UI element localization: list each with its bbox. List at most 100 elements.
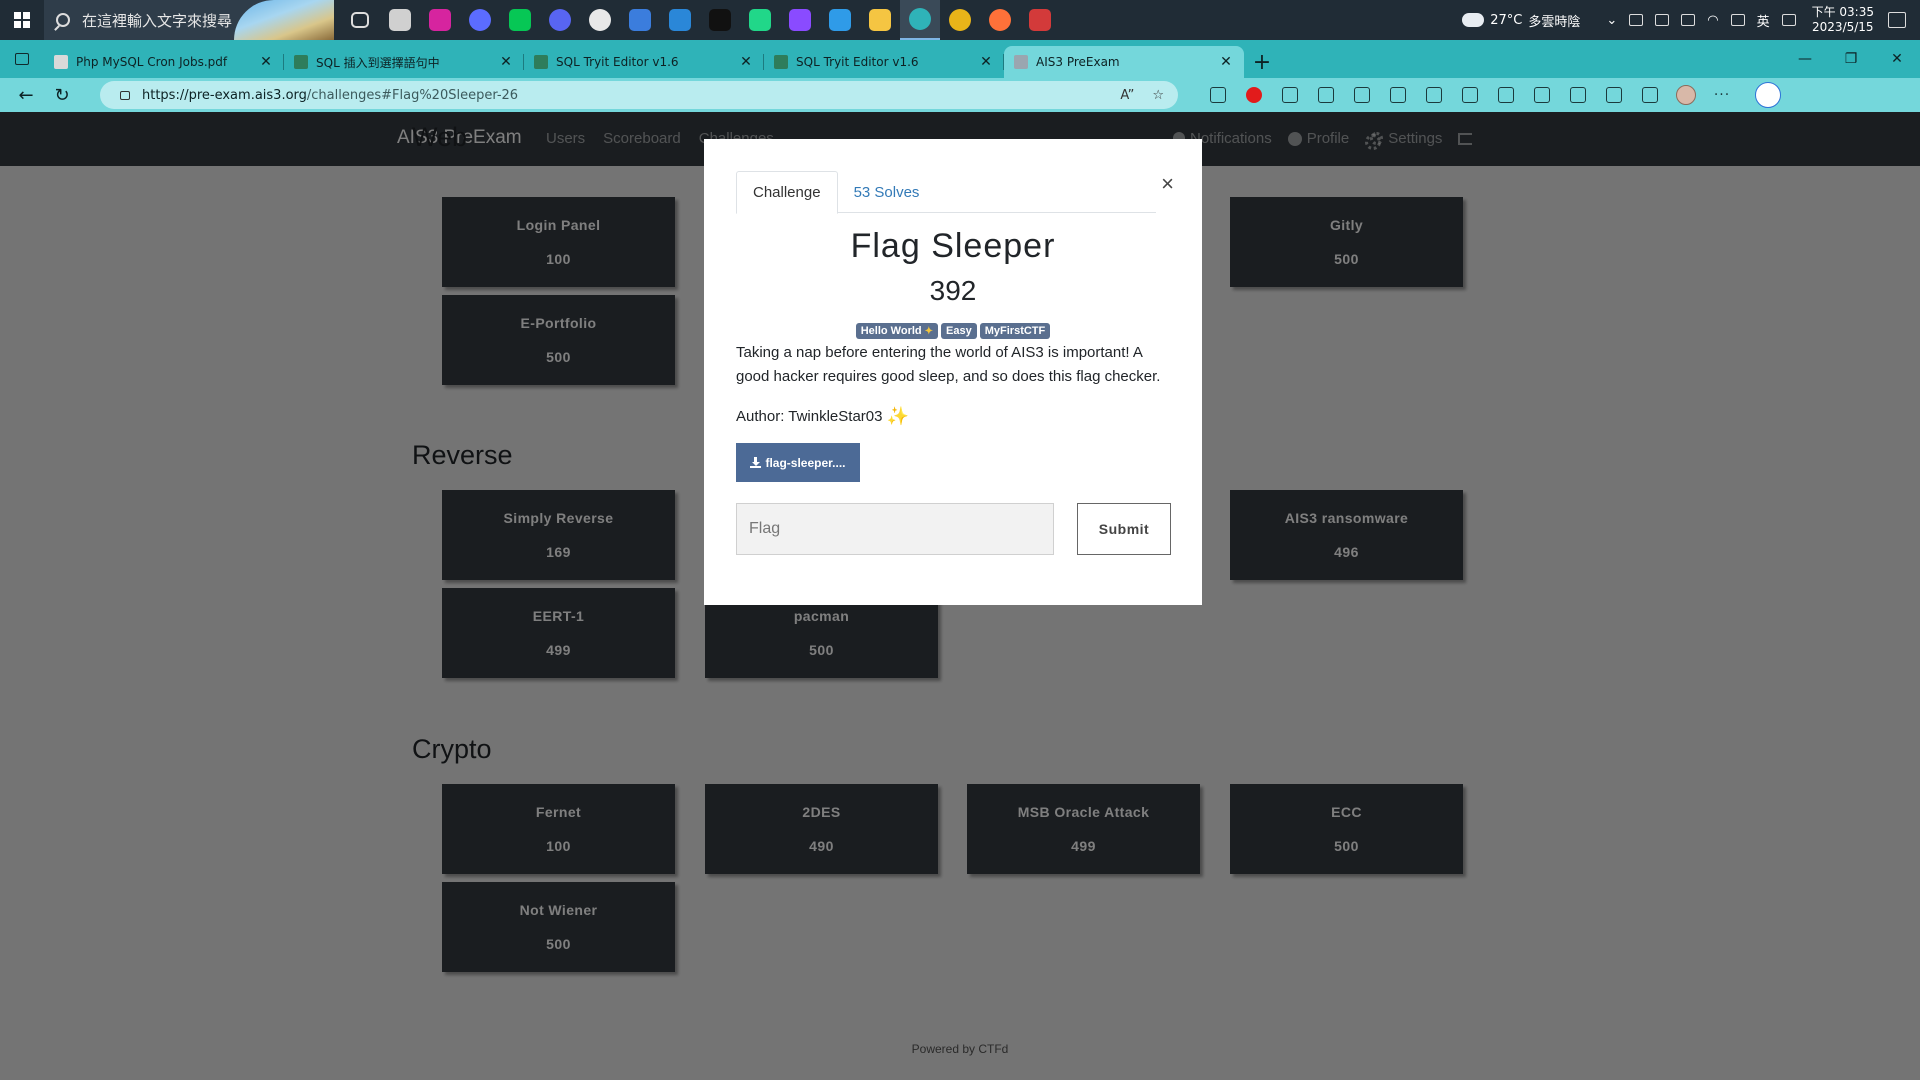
tag-badge: Easy: [941, 323, 977, 339]
tab-actions-button[interactable]: [0, 40, 44, 78]
ime-mode-icon[interactable]: [1781, 14, 1796, 26]
taskbar-clock[interactable]: 下午 03:35 2023/5/15: [1812, 5, 1874, 35]
download-file-button[interactable]: flag-sleeper....: [736, 443, 860, 482]
extension-shield-button[interactable]: [1200, 78, 1236, 112]
battery-icon[interactable]: [1681, 14, 1696, 26]
read-aloud-icon[interactable]: A”: [1120, 88, 1134, 103]
tab-favicon-icon: [294, 55, 308, 69]
modal-tabs: Challenge 53 Solves: [736, 171, 1156, 214]
task-view-taskbar-button[interactable]: [340, 0, 380, 40]
search-highlight-image: [234, 0, 334, 40]
image-viewer-taskbar-button[interactable]: [380, 0, 420, 40]
browser-tab[interactable]: SQL 插入到選擇語句中 ✕: [284, 46, 524, 78]
quote-button[interactable]: [1560, 78, 1596, 112]
notification-center-icon[interactable]: [1888, 12, 1906, 28]
mail-icon: [669, 9, 691, 31]
back-button[interactable]: ←: [8, 78, 44, 112]
extensions-button[interactable]: [1308, 78, 1344, 112]
weather-desc: 多雲時陰: [1528, 14, 1581, 30]
chat-icon: [1282, 87, 1298, 103]
instagram-taskbar-button[interactable]: [420, 0, 460, 40]
new-tab-button[interactable]: +: [1244, 46, 1280, 78]
discord-taskbar-button[interactable]: [540, 0, 580, 40]
edge-taskbar-button[interactable]: [900, 0, 940, 40]
browser-tab[interactable]: SQL Tryit Editor v1.6 ✕: [524, 46, 764, 78]
tab-title: AIS3 PreExam: [1036, 55, 1120, 69]
modal-close-button[interactable]: ×: [1161, 171, 1174, 197]
essentials-icon: [1606, 87, 1622, 103]
chat-extension-button[interactable]: [1272, 78, 1308, 112]
url-path: /challenges#Flag%20Sleeper-26: [306, 87, 519, 103]
media-player-taskbar-button[interactable]: [580, 0, 620, 40]
opera-icon: [1246, 87, 1262, 103]
restore-button[interactable]: ❐: [1828, 40, 1874, 78]
challenge-description: Taking a nap before entering the world o…: [736, 344, 1161, 385]
browser-tab[interactable]: SQL Tryit Editor v1.6 ✕: [764, 46, 1004, 78]
flag-input[interactable]: [736, 503, 1054, 555]
refresh-button[interactable]: ↻: [44, 78, 80, 112]
pycharm-taskbar-button[interactable]: [740, 0, 780, 40]
opera-button[interactable]: [1236, 78, 1272, 112]
screenshot-button[interactable]: [1524, 78, 1560, 112]
messenger-taskbar-button[interactable]: [460, 0, 500, 40]
tab-solves[interactable]: 53 Solves: [838, 171, 936, 213]
phpstorm-taskbar-button[interactable]: [780, 0, 820, 40]
firefox-icon: [989, 9, 1011, 31]
challenge-value: 392: [929, 275, 977, 306]
tab-title: SQL 插入到選擇語句中: [316, 55, 440, 70]
browser-toolbar: ← ↻ https://pre-exam.ais3.org/challenges…: [0, 78, 1920, 112]
bing-icon: [1755, 82, 1781, 108]
file-explorer-taskbar-button[interactable]: [860, 0, 900, 40]
todo-icon: [629, 9, 651, 31]
vscode-taskbar-button[interactable]: [820, 0, 860, 40]
meet-now-icon[interactable]: [1629, 14, 1644, 26]
downloads-button[interactable]: [1452, 78, 1488, 112]
browser-tab[interactable]: Php MySQL Cron Jobs.pdf ✕: [44, 46, 284, 78]
screenshot-icon: [1534, 87, 1550, 103]
settings-more-button[interactable]: ···: [1704, 78, 1740, 112]
address-bar[interactable]: https://pre-exam.ais3.org/challenges#Fla…: [100, 81, 1178, 109]
collections-button[interactable]: [1380, 78, 1416, 112]
python-app-taskbar-button[interactable]: [1020, 0, 1060, 40]
minimize-button[interactable]: —: [1782, 40, 1828, 78]
browser-tab[interactable]: AIS3 PreExam ✕: [1004, 46, 1244, 78]
tab-close-icon[interactable]: ✕: [258, 54, 274, 70]
tab-close-icon[interactable]: ✕: [738, 54, 754, 70]
line-taskbar-button[interactable]: [500, 0, 540, 40]
wifi-icon[interactable]: ◠: [1707, 13, 1718, 28]
start-button[interactable]: [0, 0, 44, 40]
ime-indicator[interactable]: 英: [1757, 11, 1770, 30]
profile-button[interactable]: [1668, 78, 1704, 112]
favorite-star-icon[interactable]: ☆: [1152, 88, 1164, 103]
tag-badge: MyFirstCTF: [979, 323, 1051, 339]
challenge-author: Author: TwinkleStar03 ✨: [736, 406, 909, 427]
firefox-taskbar-button[interactable]: [980, 0, 1020, 40]
browser-essentials-button[interactable]: [1596, 78, 1632, 112]
display-icon[interactable]: [1655, 14, 1670, 26]
bing-chat-button[interactable]: [1750, 78, 1786, 112]
weather-widget[interactable]: 27°C 多雲時陰: [1459, 9, 1581, 30]
shield-icon: [1210, 87, 1226, 103]
tab-challenge[interactable]: Challenge: [736, 171, 838, 214]
chrome-taskbar-button[interactable]: [940, 0, 980, 40]
history-button[interactable]: [1416, 78, 1452, 112]
submit-button[interactable]: Submit: [1077, 503, 1171, 555]
jetbrains-toolbox-taskbar-button[interactable]: [700, 0, 740, 40]
favorites-button[interactable]: [1344, 78, 1380, 112]
tab-close-icon[interactable]: ✕: [498, 54, 514, 70]
more-icon: ···: [1713, 87, 1731, 103]
tray-chevron-icon[interactable]: ⌄: [1606, 13, 1617, 28]
avatar: [1676, 85, 1696, 105]
page-content: AIS3 PreExam Users Scoreboard Challenges…: [0, 112, 1920, 1080]
workspaces-button[interactable]: [1632, 78, 1668, 112]
python-app-icon: [1029, 9, 1051, 31]
keyboard-icon[interactable]: [1730, 14, 1745, 26]
chrome-icon: [949, 9, 971, 31]
close-window-button[interactable]: ✕: [1874, 40, 1920, 78]
mail-taskbar-button[interactable]: [660, 0, 700, 40]
todo-taskbar-button[interactable]: [620, 0, 660, 40]
performance-button[interactable]: [1488, 78, 1524, 112]
tab-close-icon[interactable]: ✕: [1218, 54, 1234, 70]
tab-close-icon[interactable]: ✕: [978, 54, 994, 70]
taskbar-search-box[interactable]: 在這裡輸入文字來搜尋: [44, 0, 334, 40]
